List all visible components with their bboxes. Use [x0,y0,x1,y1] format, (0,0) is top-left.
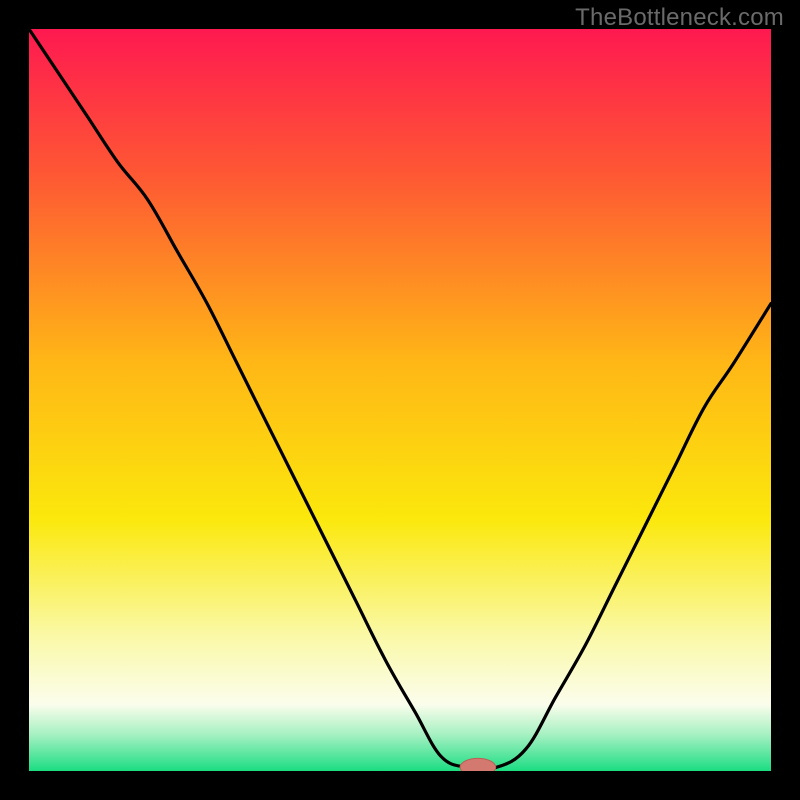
watermark-text: TheBottleneck.com [575,4,784,32]
chart-svg [29,29,771,771]
chart-frame: TheBottleneck.com [0,0,800,800]
plot-area [29,29,771,771]
gradient-background [29,29,771,771]
